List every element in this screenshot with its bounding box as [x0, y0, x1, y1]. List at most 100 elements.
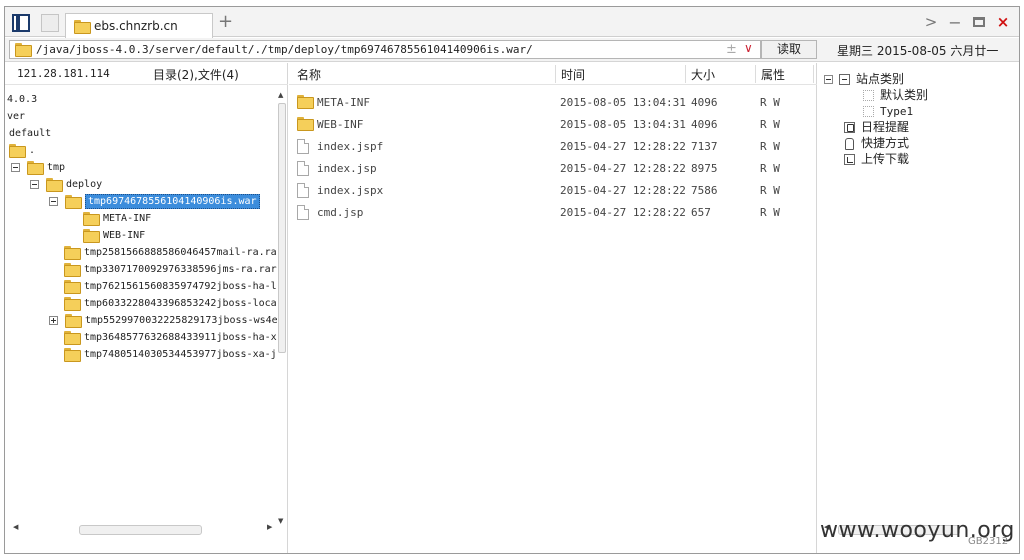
maximize-button[interactable] — [971, 13, 987, 31]
scroll-thumb[interactable] — [278, 103, 286, 353]
folder-icon — [9, 144, 26, 158]
column-name[interactable]: 名称 — [297, 66, 321, 83]
tree-node[interactable]: . — [9, 142, 35, 159]
type1-label: Type1 — [880, 105, 914, 118]
column-divider[interactable] — [555, 65, 556, 83]
folder-icon — [64, 280, 81, 294]
tree-node[interactable]: ver — [7, 108, 25, 125]
column-size[interactable]: 大小 — [691, 66, 715, 83]
scroll-right-icon[interactable]: ▶ — [267, 523, 272, 531]
scroll-left-icon[interactable]: ◀ — [13, 523, 18, 531]
tree-node[interactable]: META-INF — [83, 210, 151, 227]
directory-count: 目录(2),文件(4) — [153, 68, 239, 82]
upload-download[interactable]: 上传下载 — [844, 151, 909, 167]
file-list-header: 名称 时间 大小 属性 — [289, 63, 817, 85]
plus-minus-icon[interactable]: ± — [726, 42, 737, 57]
tree-node-deploy[interactable]: deploy — [30, 176, 102, 193]
tree-node[interactable]: tmp7480514030534453977jboss-xa-j — [64, 346, 277, 363]
tree-node[interactable]: tmp3648577632688433911jboss-ha-x — [64, 329, 277, 346]
folder-icon — [64, 348, 81, 362]
file-attr: R W — [760, 162, 780, 175]
column-attr[interactable]: 属性 — [761, 66, 785, 83]
tree-header: 121.28.181.114 目录(2),文件(4) — [5, 63, 288, 85]
schedule-reminder[interactable]: 日程提醒 — [844, 119, 909, 135]
tab-title: ebs.chnzrb.cn — [94, 19, 178, 33]
tree-horizontal-scrollbar[interactable]: ◀ ▶ — [11, 523, 277, 535]
file-name: cmd.jsp — [317, 206, 364, 219]
file-size: 4096 — [691, 96, 718, 109]
shortcuts[interactable]: 快捷方式 — [844, 135, 909, 151]
folder-icon — [74, 20, 91, 34]
scroll-up-icon[interactable]: ▲ — [278, 91, 283, 99]
tree-node-tmp[interactable]: tmp — [11, 159, 65, 176]
tree-node-selected[interactable]: tmp6974678556104140906is.war — [49, 193, 260, 210]
folder-icon — [15, 43, 32, 57]
collapse-icon[interactable] — [11, 162, 20, 172]
column-time[interactable]: 时间 — [561, 66, 585, 83]
file-row[interactable]: index.jsp 2015-04-27 12:28:22 8975 R W — [289, 158, 817, 180]
file-row[interactable]: index.jspx 2015-04-27 12:28:22 7586 R W — [289, 180, 817, 202]
scroll-down-icon[interactable]: ▼ — [278, 517, 283, 525]
file-row[interactable]: index.jspf 2015-04-27 12:28:22 7137 R W — [289, 136, 817, 158]
forward-icon[interactable]: > — [923, 13, 939, 31]
tree-node-label: . — [29, 145, 36, 156]
panel-toggle-icon[interactable] — [12, 14, 30, 32]
tree-node[interactable]: tmp6033228043396853242jboss-loca — [64, 295, 277, 312]
default-category[interactable]: 默认类别 — [863, 87, 928, 103]
file-size: 7586 — [691, 184, 718, 197]
tree-node[interactable]: 4.0.3 — [7, 91, 37, 108]
file-time: 2015-08-05 13:04:31 — [560, 118, 686, 131]
site-category-label: 站点类别 — [856, 72, 905, 86]
tree-vertical-scrollbar[interactable]: ▲ ▼ — [277, 89, 287, 529]
file-name: index.jspf — [317, 140, 384, 153]
collapse-icon[interactable] — [49, 196, 58, 206]
folder-icon — [65, 195, 82, 209]
blank-tab-icon[interactable] — [41, 14, 59, 32]
close-button[interactable]: × — [995, 13, 1011, 31]
tree-node[interactable]: tmp7621561560835974792jboss-ha-l — [64, 278, 277, 295]
site-category[interactable]: 站点类别 — [824, 71, 904, 87]
default-category-label: 默认类别 — [880, 88, 929, 102]
file-attr: R W — [760, 184, 780, 197]
scroll-thumb[interactable] — [79, 525, 202, 535]
file-attr: R W — [760, 206, 780, 219]
file-size: 7137 — [691, 140, 718, 153]
tree-node-label: default — [9, 128, 52, 139]
file-time: 2015-04-27 12:28:22 — [560, 184, 686, 197]
tree-node[interactable]: WEB-INF — [83, 227, 145, 244]
column-divider[interactable] — [755, 65, 756, 83]
expand-icon[interactable] — [49, 315, 58, 325]
folder-icon — [27, 161, 44, 175]
file-name: META-INF — [317, 96, 370, 109]
tree-node-label: tmp5529970032225829173jboss-ws4e — [85, 315, 277, 326]
tree-node[interactable]: tmp3307170092976338596jms-ra.rar — [64, 261, 277, 278]
tree-node[interactable]: default — [9, 125, 51, 142]
read-button[interactable]: 读取 — [761, 40, 817, 59]
tree-node[interactable]: tmp5529970032225829173jboss-ws4e — [49, 312, 277, 329]
file-row[interactable]: WEB-INF 2015-08-05 13:04:31 4096 R W — [289, 114, 817, 136]
tree-node-label: tmp2581566888586046457mail-ra.ra — [84, 247, 277, 258]
new-tab-button[interactable]: + — [218, 11, 233, 32]
file-row[interactable]: META-INF 2015-08-05 13:04:31 4096 R W — [289, 92, 817, 114]
column-divider[interactable] — [813, 65, 814, 83]
bookmark-pane: 站点类别 默认类别 Type1 日程提醒 快捷方式 上传下载 ◀ — [818, 63, 1019, 553]
folder-icon — [297, 117, 314, 131]
file-row[interactable]: cmd.jsp 2015-04-27 12:28:22 657 R W — [289, 202, 817, 224]
collapse-icon[interactable] — [824, 75, 833, 84]
chevron-down-icon[interactable]: ∨ — [744, 41, 753, 55]
tree-node[interactable]: tmp2581566888586046457mail-ra.ra — [64, 244, 277, 261]
collapse-icon[interactable] — [30, 179, 39, 189]
path-input[interactable]: /java/jboss-4.0.3/server/default/./tmp/d… — [9, 40, 761, 59]
tree-node-label: tmp3307170092976338596jms-ra.rar — [84, 264, 277, 275]
file-name: WEB-INF — [317, 118, 364, 131]
type1-category[interactable]: Type1 — [863, 103, 913, 119]
tree-node-label: WEB-INF — [103, 230, 146, 241]
file-time: 2015-08-05 13:04:31 — [560, 96, 686, 109]
column-divider[interactable] — [685, 65, 686, 83]
path-text: /java/jboss-4.0.3/server/default/./tmp/d… — [36, 43, 533, 56]
shortcuts-label: 快捷方式 — [861, 136, 910, 150]
tab-active[interactable]: ebs.chnzrb.cn — [65, 13, 213, 38]
minimize-button[interactable]: − — [947, 13, 963, 32]
file-name: index.jsp — [317, 162, 377, 175]
file-size: 657 — [691, 206, 711, 219]
